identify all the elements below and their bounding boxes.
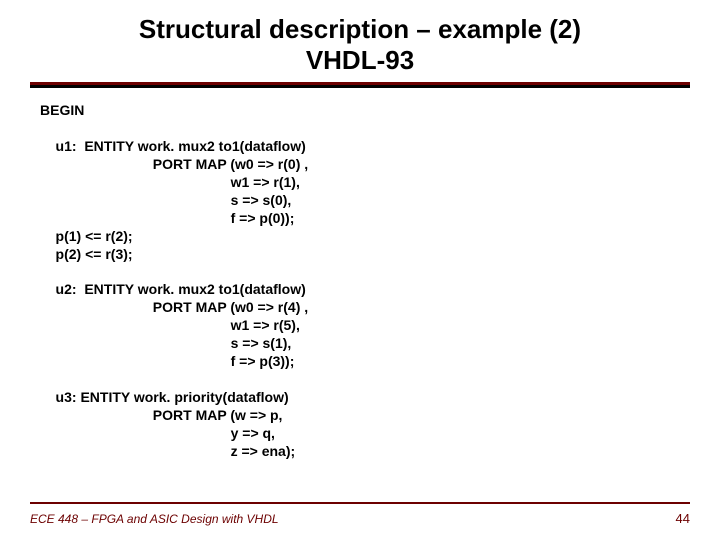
footer-text: ECE 448 – FPGA and ASIC Design with VHDL — [30, 512, 279, 526]
code-assign1: p(1) <= r(2); — [40, 228, 133, 244]
code-u2-4: s => s(1), — [40, 335, 291, 351]
code-u3-2: PORT MAP (w => p, — [40, 407, 282, 423]
code-content: BEGIN u1: ENTITY work. mux2 to1(dataflow… — [30, 102, 690, 460]
slide-title: Structural description – example (2) VHD… — [30, 14, 690, 76]
code-u2-3: w1 => r(5), — [40, 317, 300, 333]
slide: Structural description – example (2) VHD… — [0, 0, 720, 540]
code-u3-4: z => ena); — [40, 443, 295, 459]
code-u3-1: u3: ENTITY work. priority(dataflow) — [40, 389, 289, 405]
code-u1-3: w1 => r(1), — [40, 174, 300, 190]
code-begin: BEGIN — [40, 102, 84, 118]
footer-divider — [30, 502, 690, 504]
code-assign2: p(2) <= r(3); — [40, 246, 133, 262]
code-u2-5: f => p(3)); — [40, 353, 294, 369]
code-u1-2: PORT MAP (w0 => r(0) , — [40, 156, 308, 172]
code-u2-2: PORT MAP (w0 => r(4) , — [40, 299, 308, 315]
code-u1-4: s => s(0), — [40, 192, 291, 208]
code-u3-3: y => q, — [40, 425, 275, 441]
title-underline — [30, 82, 690, 88]
code-u2-1: u2: ENTITY work. mux2 to1(dataflow) — [40, 281, 306, 297]
title-line-2: VHDL-93 — [306, 45, 414, 75]
code-u1-1: u1: ENTITY work. mux2 to1(dataflow) — [40, 138, 306, 154]
code-u1-5: f => p(0)); — [40, 210, 294, 226]
title-line-1: Structural description – example (2) — [139, 14, 581, 44]
page-number: 44 — [676, 511, 690, 526]
